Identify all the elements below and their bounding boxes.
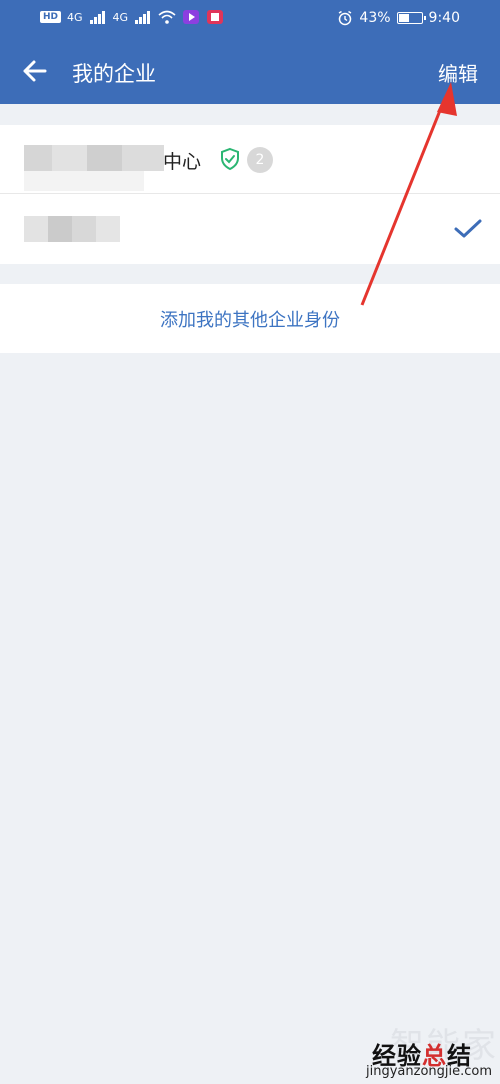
app-header: 我的企业 编辑: [0, 38, 500, 104]
company-name-suffix: 中心: [163, 151, 202, 173]
company-item[interactable]: 中心 2: [0, 125, 500, 194]
clock: 9:40: [428, 10, 460, 26]
company-item-selected[interactable]: [0, 195, 500, 264]
add-identity-card: 添加我的其他企业身份: [0, 284, 500, 353]
alarm-icon: [339, 10, 352, 26]
video-app-icon: [183, 10, 200, 24]
member-count-badge: 2: [247, 147, 273, 173]
hd-badge: HD: [40, 11, 62, 23]
status-bar: HD 4G 4G 43% 9:40: [0, 0, 500, 38]
battery-icon: [396, 12, 426, 24]
signal-icon-2: [135, 11, 151, 24]
battery-percent: 43%: [359, 10, 391, 26]
battery-level: [398, 14, 409, 22]
edit-button[interactable]: 编辑: [438, 58, 478, 87]
add-identity-link[interactable]: 添加我的其他企业身份: [0, 306, 500, 332]
book-app-icon: [207, 10, 224, 24]
watermark-url: jingyanzongjie.com: [366, 1064, 493, 1079]
page-title: 我的企业: [72, 62, 156, 86]
blur-smudge: [24, 171, 144, 191]
status-left: HD 4G 4G: [40, 9, 224, 25]
wifi-icon: [158, 10, 176, 24]
signal-4g-label: 4G: [67, 10, 83, 24]
blurred-company-name: [24, 216, 120, 242]
verified-shield-icon: [221, 147, 239, 171]
signal-4g-label-2: 4G: [112, 10, 129, 24]
checkmark-icon: [454, 219, 482, 238]
signal-icon: [89, 11, 105, 24]
blurred-company-name: [24, 145, 164, 171]
company-list: 中心 2: [0, 125, 500, 264]
back-arrow-icon[interactable]: [20, 56, 50, 86]
status-right: 43% 9:40: [337, 10, 460, 26]
